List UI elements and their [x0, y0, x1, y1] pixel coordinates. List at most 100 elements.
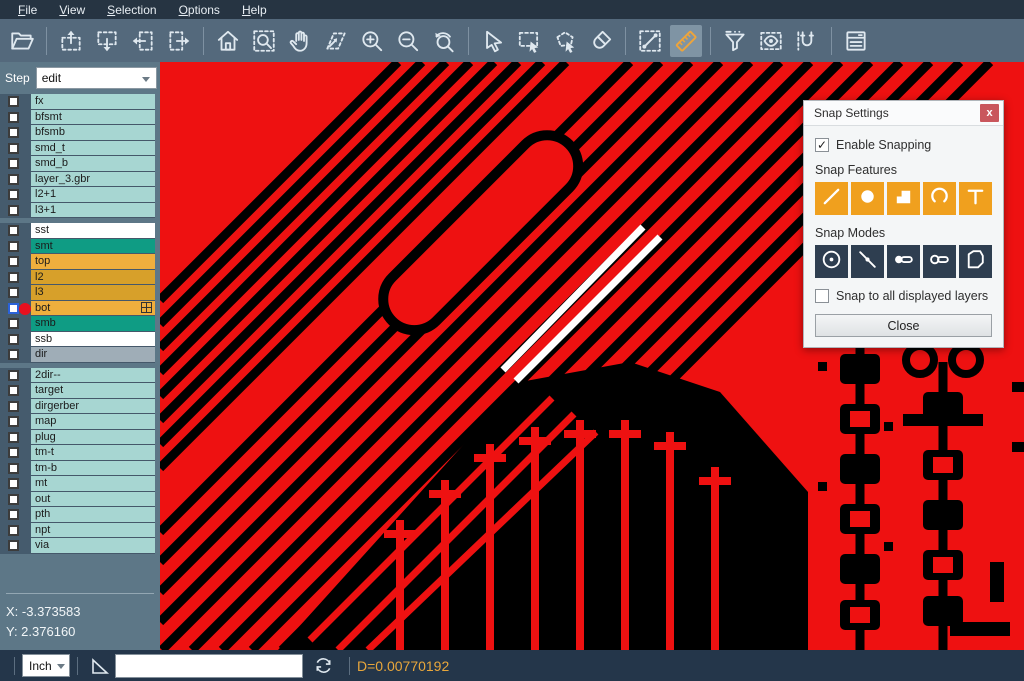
layer-name-bar[interactable]: sst [31, 223, 155, 239]
layer-name-bar[interactable]: map [31, 414, 155, 430]
dialog-title-bar[interactable]: Snap Settings x [804, 101, 1003, 126]
layer-row-fx[interactable]: fx [0, 94, 160, 110]
snap-all-layers-row[interactable]: Snap to all displayed layers [815, 289, 992, 303]
layer-name-bar[interactable]: l3+1 [31, 203, 155, 219]
layer-visibility-checkbox[interactable] [8, 287, 19, 298]
layer-name-bar[interactable]: plug [31, 430, 155, 446]
layer-row-sst[interactable]: sst [0, 223, 160, 239]
enable-snapping-row[interactable]: ✓ Enable Snapping [815, 138, 992, 152]
layer-row-mt[interactable]: mt [0, 476, 160, 492]
close-button[interactable]: Close [815, 314, 992, 337]
snap-feature-surface-button[interactable] [887, 182, 920, 215]
view-visibility-button[interactable] [755, 25, 787, 57]
menu-view[interactable]: View [49, 1, 95, 19]
layer-name-bar[interactable]: via [31, 538, 155, 554]
layer-name-bar[interactable]: l2 [31, 270, 155, 286]
layer-visibility-checkbox[interactable] [8, 478, 19, 489]
layer-name-bar[interactable]: out [31, 492, 155, 508]
home-view-button[interactable] [212, 25, 244, 57]
layer-visibility-checkbox[interactable] [8, 525, 19, 536]
snap-mode-slot-outline-button[interactable] [923, 245, 956, 278]
layer-name-bar[interactable]: smb [31, 316, 155, 332]
sync-button[interactable] [313, 655, 334, 676]
layer-row-smb[interactable]: smb [0, 316, 160, 332]
layer-visibility-checkbox[interactable] [8, 143, 19, 154]
layer-visibility-checkbox[interactable] [8, 96, 19, 107]
layer-visibility-checkbox[interactable] [8, 256, 19, 267]
layer-visibility-checkbox[interactable] [8, 494, 19, 505]
layer-visibility-checkbox[interactable] [8, 540, 19, 551]
snap-feature-line-button[interactable] [815, 182, 848, 215]
layer-row-dirgerber[interactable]: dirgerber [0, 399, 160, 415]
layer-row-top[interactable]: top [0, 254, 160, 270]
layer-row-plug[interactable]: plug [0, 430, 160, 446]
layer-row-layer_3.gbr[interactable]: layer_3.gbr [0, 172, 160, 188]
layer-name-bar[interactable]: top [31, 254, 155, 270]
layer-visibility-checkbox[interactable] [8, 205, 19, 216]
layer-name-bar[interactable]: mt [31, 476, 155, 492]
angle-measure-button[interactable] [89, 655, 111, 677]
move-up-button[interactable] [55, 25, 87, 57]
layer-visibility-checkbox[interactable] [8, 447, 19, 458]
menu-help[interactable]: Help [232, 1, 277, 19]
close-icon[interactable]: x [980, 104, 999, 122]
layer-visibility-checkbox[interactable] [8, 370, 19, 381]
layer-row-bfsmb[interactable]: bfsmb [0, 125, 160, 141]
layer-name-bar[interactable]: pth [31, 507, 155, 523]
filter-button[interactable] [719, 25, 751, 57]
layer-row-map[interactable]: map [0, 414, 160, 430]
menu-options[interactable]: Options [169, 1, 230, 19]
clean-brush-button[interactable] [585, 25, 617, 57]
snap-button[interactable] [791, 25, 823, 57]
move-down-button[interactable] [91, 25, 123, 57]
layer-row-target[interactable]: target [0, 383, 160, 399]
snap-mode-contour-button[interactable] [959, 245, 992, 278]
layer-name-bar[interactable]: target [31, 383, 155, 399]
layer-visibility-checkbox[interactable] [8, 225, 19, 236]
layer-visibility-checkbox[interactable] [8, 318, 19, 329]
layer-row-tm-t[interactable]: tm-t [0, 445, 160, 461]
layer-name-bar[interactable]: npt [31, 523, 155, 539]
layer-name-bar[interactable]: 2dir-- [31, 368, 155, 384]
select-rect-button[interactable] [513, 25, 545, 57]
snap-feature-arc-button[interactable] [923, 182, 956, 215]
select-polygon-button[interactable] [549, 25, 581, 57]
layer-name-bar[interactable]: smd_t [31, 141, 155, 157]
unit-select[interactable]: Inch [22, 654, 70, 677]
layer-row-npt[interactable]: npt [0, 523, 160, 539]
zoom-reset-button[interactable] [428, 25, 460, 57]
layer-name-bar[interactable]: smd_b [31, 156, 155, 172]
layer-row-ssb[interactable]: ssb [0, 332, 160, 348]
layer-visibility-checkbox[interactable] [8, 241, 19, 252]
layer-row-bfsmt[interactable]: bfsmt [0, 110, 160, 126]
zoom-out-button[interactable] [392, 25, 424, 57]
menu-selection[interactable]: Selection [97, 1, 166, 19]
layer-visibility-checkbox[interactable] [8, 112, 19, 123]
layer-row-dir[interactable]: dir [0, 347, 160, 363]
layer-row-smt[interactable]: smt [0, 239, 160, 255]
zoom-window-button[interactable] [248, 25, 280, 57]
layer-name-bar[interactable]: dir [31, 347, 155, 363]
pan-hand-button[interactable] [284, 25, 316, 57]
layer-visibility-checkbox[interactable] [8, 127, 19, 138]
layer-row-bot[interactable]: bot [0, 301, 160, 317]
layer-visibility-checkbox[interactable] [8, 401, 19, 412]
move-right-button[interactable] [163, 25, 195, 57]
layer-visibility-checkbox[interactable] [8, 432, 19, 443]
measure-input[interactable] [115, 654, 303, 678]
layer-visibility-checkbox[interactable] [8, 385, 19, 396]
layer-name-bar[interactable]: tm-t [31, 445, 155, 461]
layer-visibility-checkbox[interactable] [8, 334, 19, 345]
measure-distance-button[interactable] [634, 25, 666, 57]
snap-feature-pad-button[interactable] [851, 182, 884, 215]
snap-mode-center-button[interactable] [815, 245, 848, 278]
layer-row-tm-b[interactable]: tm-b [0, 461, 160, 477]
layer-visibility-checkbox[interactable] [8, 272, 19, 283]
layer-name-bar[interactable]: bfsmb [31, 125, 155, 141]
layer-row-smd_t[interactable]: smd_t [0, 141, 160, 157]
layer-visibility-checkbox[interactable] [8, 463, 19, 474]
zoom-in-button[interactable] [356, 25, 388, 57]
move-left-button[interactable] [127, 25, 159, 57]
layer-name-bar[interactable]: ssb [31, 332, 155, 348]
layer-visibility-checkbox[interactable] [8, 509, 19, 520]
